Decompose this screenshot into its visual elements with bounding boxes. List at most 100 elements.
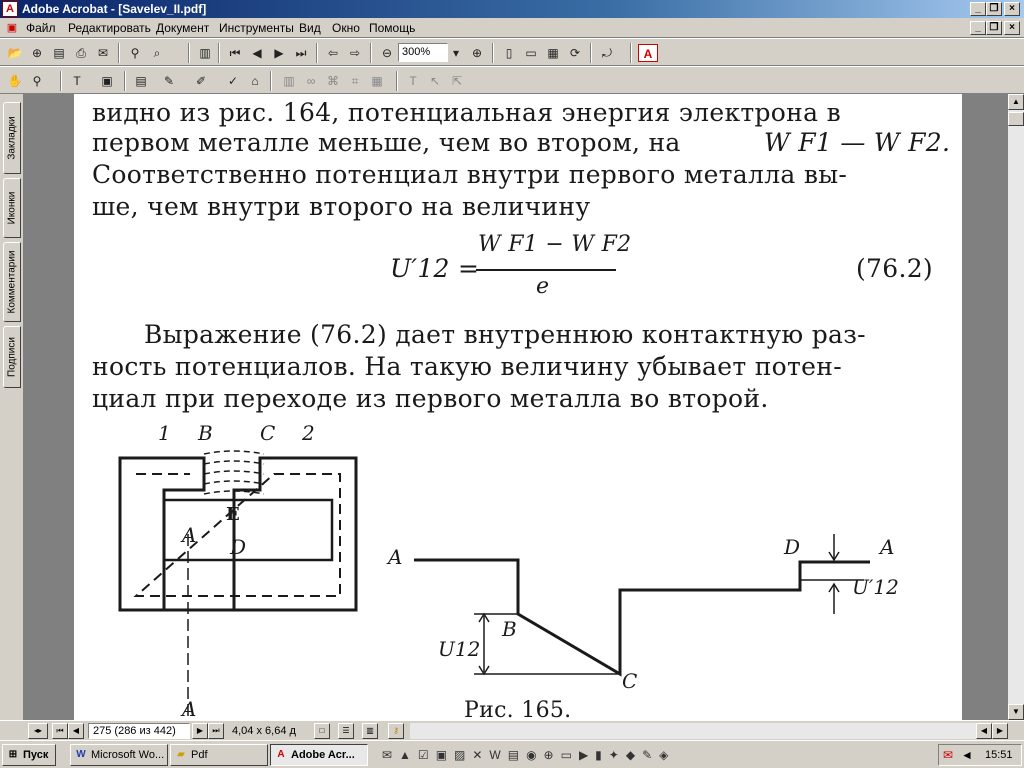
form-tool-icon[interactable]: ▥ <box>280 72 298 90</box>
para2-line-2: ность потенциалов. На такую величину убы… <box>92 352 842 381</box>
graphics-select-icon[interactable]: ▣ <box>98 72 116 90</box>
highlight-tool-icon[interactable]: ✐ <box>192 72 210 90</box>
scroll-left-icon[interactable]: ◀ <box>976 723 992 739</box>
word-icon: W <box>76 749 86 760</box>
menu-document[interactable]: Документ <box>156 21 209 35</box>
search-icon[interactable]: ⌕ <box>148 44 166 62</box>
start-button[interactable]: ⊞ Пуск <box>2 744 56 766</box>
label-1: 1 <box>158 424 171 445</box>
movie-tool-icon[interactable]: ▦ <box>368 72 386 90</box>
last-page-icon[interactable]: ⏭ <box>292 44 310 62</box>
text-line-2: первом металле меньше, чем во втором, на <box>92 128 681 157</box>
zoom-dropdown-chevron-icon[interactable]: ▾ <box>450 44 462 62</box>
navigation-pane-icon[interactable]: ▥ <box>196 44 214 62</box>
tray-mail-icon[interactable]: ✉ <box>943 747 959 763</box>
equation-number: (76.2) <box>856 254 933 283</box>
vertical-scrollbar[interactable]: ▲ ▼ <box>1008 94 1024 720</box>
open-icon[interactable]: 📂 <box>6 44 24 62</box>
go-forward-icon[interactable]: ⇨ <box>346 44 364 62</box>
touchup-text-icon[interactable]: T <box>404 72 422 90</box>
task-word[interactable]: W Microsoft Wo... <box>70 744 168 766</box>
rotate-view-icon[interactable]: ⤾ <box>598 44 616 62</box>
fit-width-icon[interactable]: ▦ <box>544 44 562 62</box>
adobe-logo-icon[interactable]: A <box>638 44 658 62</box>
spellcheck-icon[interactable]: ✓ <box>224 72 242 90</box>
split-pane-icon[interactable]: ◂▸ <box>28 723 48 739</box>
doc-close-button[interactable]: × <box>1004 21 1020 35</box>
figure-caption: Рис. 165. <box>464 698 572 720</box>
single-page-icon[interactable]: □ <box>314 723 330 739</box>
zoom-in-icon[interactable]: ⊕ <box>468 44 486 62</box>
doc-minimize-button[interactable]: _ <box>970 21 986 35</box>
crop-tool-icon[interactable]: ⌗ <box>346 72 364 90</box>
menu-view[interactable]: Вид <box>299 21 321 35</box>
first-page-status-icon[interactable]: ⏮ <box>52 723 68 739</box>
clock: 15:51 <box>985 749 1013 761</box>
zoom-tool-icon[interactable]: ⚲ <box>28 72 46 90</box>
next-page-status-icon[interactable]: ▶ <box>192 723 208 739</box>
acrobat-app-icon: A <box>2 1 18 17</box>
go-back-icon[interactable]: ⇦ <box>324 44 342 62</box>
note-tool-icon[interactable]: ▤ <box>132 72 150 90</box>
menu-tools[interactable]: Инструменты <box>219 21 294 35</box>
fraction-bar <box>476 269 616 271</box>
actual-size-icon[interactable]: ▯ <box>500 44 518 62</box>
navigation-sidebar: Закладки Иконки Комментарии Подписи <box>0 94 24 720</box>
touchup-object-icon[interactable]: ↖ <box>426 72 444 90</box>
fit-page-icon[interactable]: ▭ <box>522 44 540 62</box>
label-b-left: B <box>197 424 213 445</box>
zoom-input[interactable]: 300% <box>398 43 448 62</box>
toolbar-main: 📂 ⊕ ▤ ⎙ ✉ ⚲ ⌕ ▥ ⏮ ◀ ▶ ⏭ ⇦ ⇨ ⊖ 300% ▾ ⊕ ▯… <box>0 38 1024 66</box>
status-bar: ◂▸ ⏮ ◀ 275 (286 из 442) ▶ ⏭ 4,04 x 6,64 … <box>0 720 1024 740</box>
prev-page-status-icon[interactable]: ◀ <box>68 723 84 739</box>
page-number-field[interactable]: 275 (286 из 442) <box>88 723 190 739</box>
label-a-top: A <box>180 523 196 547</box>
first-page-icon[interactable]: ⏮ <box>226 44 244 62</box>
acrobat-icon: A <box>277 749 285 760</box>
web-icon[interactable]: ⊕ <box>28 44 46 62</box>
scroll-thumb[interactable] <box>1008 112 1024 126</box>
text-line-1: видно из рис. 164, потенциальная энергия… <box>92 98 841 127</box>
continuous-icon[interactable]: ☰ <box>338 723 354 739</box>
menu-window[interactable]: Окно <box>332 21 360 35</box>
rotate-icon[interactable]: ⟳ <box>566 44 584 62</box>
tab-signatures[interactable]: Подписи <box>3 326 21 388</box>
hand-tool-icon[interactable]: ✋ <box>6 72 24 90</box>
next-page-icon[interactable]: ▶ <box>270 44 288 62</box>
quick-launch-icons[interactable]: ✉▲☑▣▨✕W▤◉⊕▭▶▮✦◆✎◈ <box>382 747 922 763</box>
touchup-order-icon[interactable]: ⇱ <box>448 72 466 90</box>
minimize-button[interactable]: _ <box>970 2 986 16</box>
menu-file[interactable]: Файл <box>26 21 56 35</box>
save-icon[interactable]: ▤ <box>50 44 68 62</box>
tab-thumbnails[interactable]: Иконки <box>3 178 21 238</box>
link-tool-icon[interactable]: ∞ <box>302 72 320 90</box>
close-button[interactable]: × <box>1004 2 1020 16</box>
stamp-icon[interactable]: ⌂ <box>246 72 264 90</box>
zoom-out-icon[interactable]: ⊖ <box>378 44 396 62</box>
maximize-button[interactable]: ❐ <box>986 2 1002 16</box>
last-page-status-icon[interactable]: ⏭ <box>208 723 224 739</box>
doc-restore-button[interactable]: ❐ <box>986 21 1002 35</box>
prev-page-icon[interactable]: ◀ <box>248 44 266 62</box>
article-tool-icon[interactable]: ⌘ <box>324 72 342 90</box>
key-icon: ⚷ <box>388 723 404 739</box>
scroll-right-icon[interactable]: ▶ <box>992 723 1008 739</box>
facing-pages-icon[interactable]: ▥ <box>362 723 378 739</box>
text-select-icon[interactable]: T <box>68 72 86 90</box>
tray-volume-icon[interactable]: ◄ <box>961 747 977 763</box>
pencil-tool-icon[interactable]: ✎ <box>160 72 178 90</box>
email-icon[interactable]: ✉ <box>94 44 112 62</box>
print-icon[interactable]: ⎙ <box>72 44 90 62</box>
tab-bookmarks[interactable]: Закладки <box>3 102 21 174</box>
menu-edit[interactable]: Редактировать <box>68 21 151 35</box>
title-bar: A Adobe Acrobat - [Savelev_II.pdf] _ ❐ × <box>0 0 1024 18</box>
scroll-down-icon[interactable]: ▼ <box>1008 704 1024 720</box>
task-pdf-folder[interactable]: ▰ Pdf <box>170 744 268 766</box>
task-acrobat[interactable]: A Adobe Acr... <box>270 744 368 766</box>
scroll-up-icon[interactable]: ▲ <box>1008 94 1024 110</box>
tab-comments[interactable]: Комментарии <box>3 242 21 322</box>
horizontal-scrollbar[interactable] <box>410 723 1008 739</box>
document-icon[interactable]: ▣ <box>4 20 20 36</box>
menu-help[interactable]: Помощь <box>369 21 415 35</box>
find-icon[interactable]: ⚲ <box>126 44 144 62</box>
